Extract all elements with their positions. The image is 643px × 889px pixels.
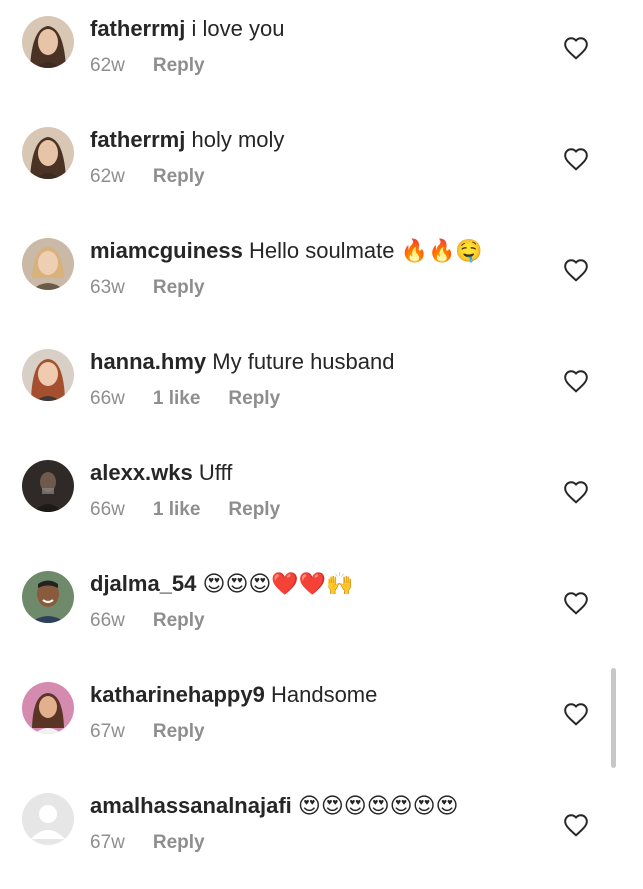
comment-body: miamcguiness Hello soulmate 🔥🔥🤤 63w Repl… [90, 236, 530, 300]
comment-text: djalma_54 😍😍😍❤️❤️🙌 [90, 569, 530, 599]
scrollbar[interactable] [611, 668, 616, 768]
comment-username[interactable]: djalma_54 [90, 571, 196, 596]
comment-message: 😍😍😍❤️❤️🙌 [202, 571, 354, 596]
comment-text: miamcguiness Hello soulmate 🔥🔥🤤 [90, 236, 530, 266]
comment-message: My future husband [212, 349, 395, 374]
comment-username[interactable]: alexx.wks [90, 460, 193, 485]
comment-body: hanna.hmy My future husband 66w 1 like R… [90, 347, 530, 411]
reply-button[interactable]: Reply [153, 831, 205, 855]
comment-age: 67w [90, 721, 125, 742]
comment-text: hanna.hmy My future husband [90, 347, 530, 377]
comment-message: i love you [191, 16, 285, 41]
avatar[interactable] [22, 16, 74, 68]
comment-text: alexx.wks Ufff [90, 458, 530, 488]
comment-username[interactable]: amalhassanalnajafi [90, 793, 292, 818]
heart-icon[interactable] [563, 147, 589, 171]
comment-username[interactable]: hanna.hmy [90, 349, 206, 374]
avatar[interactable] [22, 349, 74, 401]
comment-text: fatherrmj holy moly [90, 125, 530, 155]
comment-text: fatherrmj i love you [90, 14, 530, 44]
avatar[interactable] [22, 460, 74, 512]
avatar[interactable] [22, 127, 74, 179]
comment-body: fatherrmj i love you 62w Reply [90, 14, 530, 78]
comment-meta: 66w 1 like Reply [90, 387, 530, 411]
comment-body: fatherrmj holy moly 62w Reply [90, 125, 530, 189]
heart-icon[interactable] [563, 591, 589, 615]
comment-message: holy moly [191, 127, 285, 152]
comment-body: katharinehappy9 Handsome 67w Reply [90, 680, 530, 744]
comment-meta: 67w Reply [90, 720, 530, 744]
reply-button[interactable]: Reply [153, 54, 205, 78]
comment-meta: 62w Reply [90, 165, 530, 189]
heart-icon[interactable] [563, 258, 589, 282]
comment-text: katharinehappy9 Handsome [90, 680, 530, 710]
comment-meta: 67w Reply [90, 831, 530, 855]
comment-body: alexx.wks Ufff 66w 1 like Reply [90, 458, 530, 522]
reply-button[interactable]: Reply [153, 720, 205, 744]
like-count[interactable]: 1 like [153, 498, 201, 522]
comment-age: 66w [90, 610, 125, 631]
avatar[interactable] [22, 793, 74, 845]
reply-button[interactable]: Reply [228, 498, 280, 522]
comment-username[interactable]: katharinehappy9 [90, 682, 265, 707]
comment-meta: 66w 1 like Reply [90, 498, 530, 522]
comment-age: 66w [90, 388, 125, 409]
comment-age: 63w [90, 277, 125, 298]
comment-meta: 66w Reply [90, 609, 530, 633]
comment-body: djalma_54 😍😍😍❤️❤️🙌 66w Reply [90, 569, 530, 633]
comment-age: 66w [90, 499, 125, 520]
reply-button[interactable]: Reply [153, 165, 205, 189]
reply-button[interactable]: Reply [153, 276, 205, 300]
comment-body: amalhassanalnajafi 😍😍😍😍😍😍😍 67w Reply [90, 791, 530, 855]
comment-age: 62w [90, 166, 125, 187]
comment-message: 😍😍😍😍😍😍😍 [297, 793, 459, 818]
comment-message: Handsome [270, 682, 378, 707]
comment-meta: 62w Reply [90, 54, 530, 78]
comment-list: fatherrmj i love you 62w Reply fatherrmj [0, 0, 643, 889]
reply-button[interactable]: Reply [153, 609, 205, 633]
avatar[interactable] [22, 682, 74, 734]
heart-icon[interactable] [563, 813, 589, 837]
reply-button[interactable]: Reply [228, 387, 280, 411]
avatar[interactable] [22, 571, 74, 623]
comment-message: Hello soulmate 🔥🔥🤤 [248, 238, 483, 263]
comment-text: amalhassanalnajafi 😍😍😍😍😍😍😍 [90, 791, 530, 821]
comment-username[interactable]: fatherrmj [90, 127, 185, 152]
heart-icon[interactable] [563, 702, 589, 726]
comment-message: Ufff [198, 460, 233, 485]
comment-username[interactable]: miamcguiness [90, 238, 243, 263]
comment-age: 62w [90, 55, 125, 76]
heart-icon[interactable] [563, 480, 589, 504]
comment-age: 67w [90, 832, 125, 853]
avatar[interactable] [22, 238, 74, 290]
heart-icon[interactable] [563, 369, 589, 393]
heart-icon[interactable] [563, 36, 589, 60]
comment-meta: 63w Reply [90, 276, 530, 300]
comment-username[interactable]: fatherrmj [90, 16, 185, 41]
like-count[interactable]: 1 like [153, 387, 201, 411]
